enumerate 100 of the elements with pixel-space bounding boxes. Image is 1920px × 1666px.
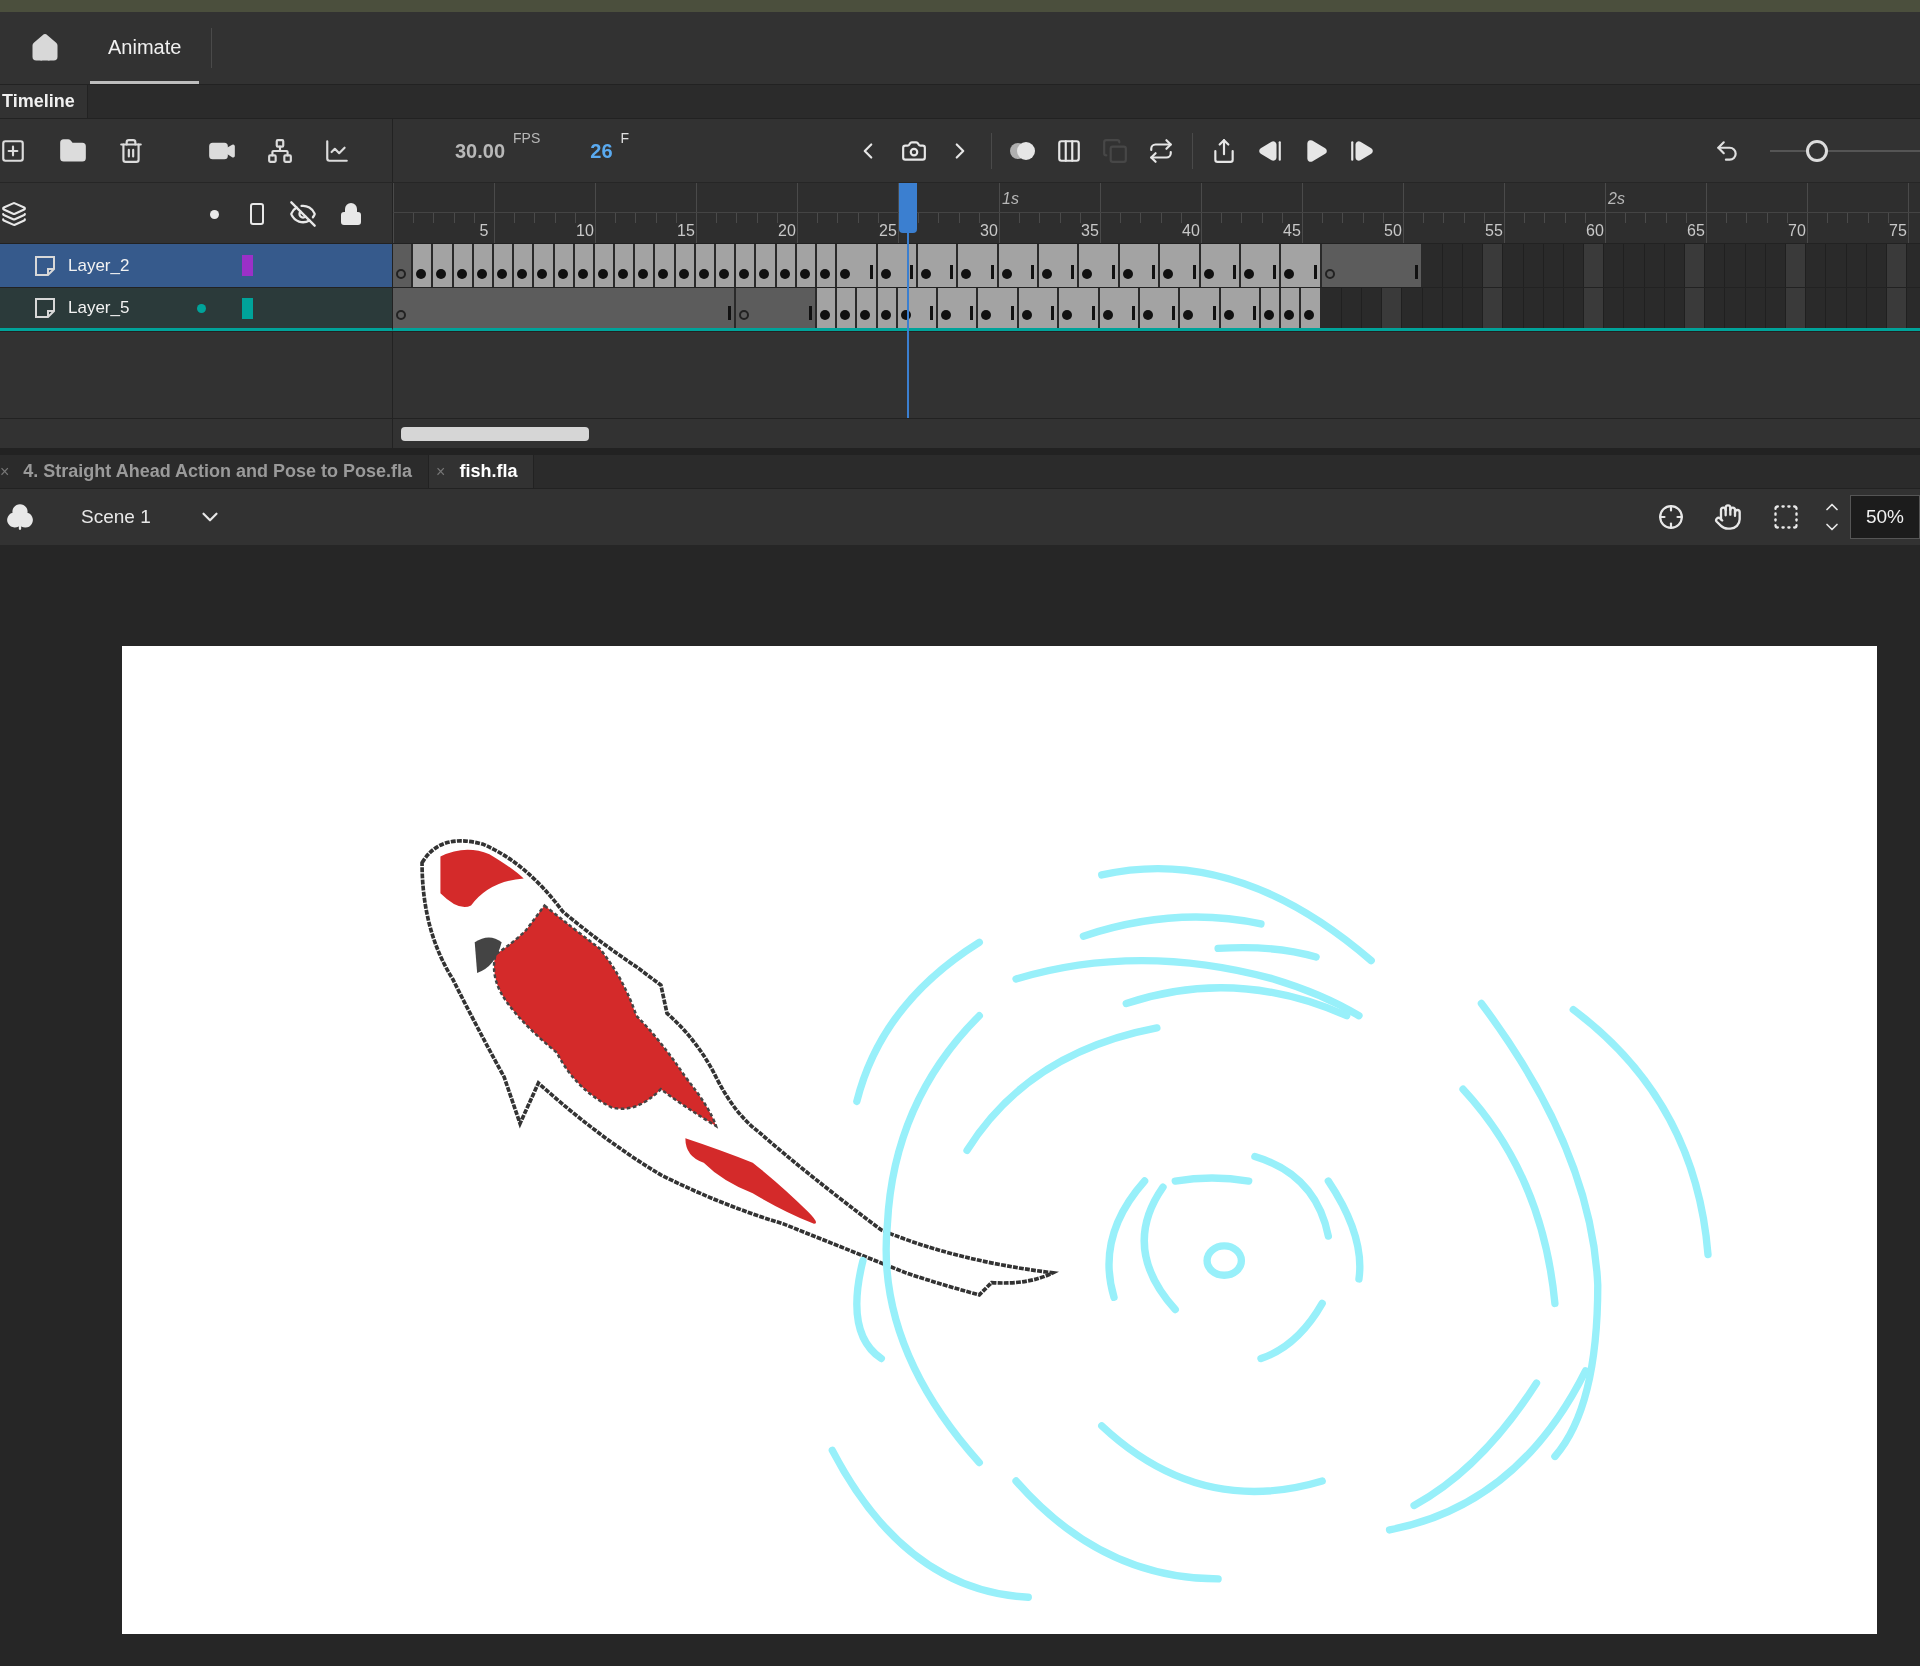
frame-cell[interactable]: [917, 288, 939, 328]
frame-cell[interactable]: [816, 288, 838, 328]
zoom-slider[interactable]: [1770, 138, 1920, 163]
frame-cell[interactable]: [958, 288, 979, 328]
panel-tab[interactable]: Timeline: [0, 85, 88, 118]
frame-cell[interactable]: [816, 244, 838, 287]
document-tab[interactable]: × fish.fla: [429, 455, 535, 488]
frame-cell[interactable]: [1099, 244, 1120, 287]
frame-cell[interactable]: [736, 244, 757, 287]
hand-icon[interactable]: [1714, 503, 1742, 531]
frame-cell[interactable]: [655, 244, 676, 287]
frame-cell[interactable]: [695, 244, 716, 287]
zoom-field[interactable]: 50%: [1850, 495, 1920, 539]
frame-cell[interactable]: [514, 244, 535, 287]
frame-cell[interactable]: [1160, 288, 1181, 328]
frame-cell[interactable]: [857, 288, 878, 328]
frame-cell[interactable]: [1099, 288, 1120, 328]
frame-cell[interactable]: [1180, 244, 1201, 287]
frame-cell[interactable]: [1240, 288, 1262, 328]
lock-icon[interactable]: [339, 202, 363, 226]
eye-off-icon[interactable]: [289, 200, 317, 228]
layer-row[interactable]: Layer_2: [0, 243, 1920, 287]
frame-cell[interactable]: [1139, 244, 1161, 287]
frame-cell[interactable]: [413, 244, 434, 287]
frame-cell[interactable]: [1059, 244, 1080, 287]
frame-cell[interactable]: [978, 288, 999, 328]
frame-cell[interactable]: [716, 288, 737, 328]
frame-cell[interactable]: [1119, 244, 1140, 287]
frame-cell[interactable]: [1240, 244, 1262, 287]
layer-color-swatch[interactable]: [242, 255, 253, 276]
scroll-thumb[interactable]: [401, 426, 589, 441]
frame-cell[interactable]: [1079, 288, 1100, 328]
playhead[interactable]: [899, 183, 918, 418]
frame-cell[interactable]: [473, 244, 494, 287]
frame-cell[interactable]: [1261, 288, 1282, 328]
club-icon[interactable]: [6, 503, 34, 531]
frame-cell[interactable]: [1200, 288, 1221, 328]
frame-cell[interactable]: [1018, 288, 1039, 328]
frame-cell[interactable]: [958, 244, 979, 287]
frame-cell[interactable]: [675, 244, 696, 287]
frame-cell[interactable]: [534, 244, 555, 287]
frame-cell[interactable]: [1039, 244, 1060, 287]
layer-color-swatch[interactable]: [242, 297, 253, 319]
frame-cell[interactable]: [1220, 288, 1241, 328]
slider-thumb[interactable]: [1805, 139, 1828, 162]
frame-cell[interactable]: [1119, 288, 1140, 328]
scene-name[interactable]: Scene 1: [81, 502, 151, 532]
frame-cell[interactable]: [877, 244, 898, 287]
frame-cell[interactable]: [837, 288, 858, 328]
frame-cell[interactable]: [1200, 244, 1221, 287]
delete-button[interactable]: [118, 137, 144, 164]
frame-ruler[interactable]: 1s 2s 5 10 15 20 25 30 35 40 45 50 55 60 65 70 75: [393, 183, 1920, 243]
frame-cell[interactable]: [615, 244, 636, 287]
frame-cell[interactable]: [998, 288, 1019, 328]
frame-cell[interactable]: [978, 244, 999, 287]
frame-cell[interactable]: [1301, 288, 1322, 328]
clip-frame-icon[interactable]: [1772, 503, 1800, 531]
frame-cell[interactable]: [453, 244, 474, 287]
frame-cell[interactable]: [1139, 288, 1161, 328]
frame-cell[interactable]: [574, 244, 595, 287]
frame-cell[interactable]: [837, 244, 858, 287]
frame-cell[interactable]: [635, 244, 656, 287]
frame-cell[interactable]: [716, 244, 737, 287]
frame-cell[interactable]: [594, 244, 616, 287]
frame-cell[interactable]: [776, 244, 797, 287]
layer-name[interactable]: Layer_2: [68, 252, 168, 279]
frame-cell[interactable]: [493, 244, 515, 287]
frame-cell[interactable]: [857, 244, 878, 287]
frame-cell[interactable]: [877, 288, 898, 328]
frame-cell[interactable]: [796, 288, 817, 328]
frame-cell[interactable]: [736, 288, 757, 328]
frame-cell[interactable]: [938, 244, 959, 287]
layer-name[interactable]: Layer_5: [68, 295, 168, 321]
frame-cell[interactable]: [998, 244, 1019, 287]
frame-cell[interactable]: [1180, 288, 1201, 328]
folder-button[interactable]: [59, 136, 87, 165]
frame-cell[interactable]: [1402, 244, 1423, 287]
fps-value[interactable]: 30.00: [455, 135, 506, 166]
frame-cell[interactable]: [1018, 244, 1039, 287]
frame-cell[interactable]: [1160, 244, 1181, 287]
frame-cell[interactable]: [554, 244, 575, 287]
frame-cell[interactable]: [917, 244, 939, 287]
crosshair-icon[interactable]: [1658, 504, 1684, 530]
frame-cell[interactable]: [1039, 288, 1060, 328]
frame-cell[interactable]: [1059, 288, 1080, 328]
frame-cell[interactable]: [1301, 244, 1322, 287]
frame-cell[interactable]: [756, 244, 777, 287]
hierarchy-button[interactable]: [267, 137, 293, 164]
layer-row[interactable]: Layer_5: [0, 287, 1920, 331]
frame-cell[interactable]: [1220, 244, 1241, 287]
current-frame-value[interactable]: 26: [590, 135, 613, 166]
frame-cell[interactable]: [938, 288, 959, 328]
graph-button[interactable]: [324, 137, 350, 164]
frame-cell[interactable]: [1281, 288, 1302, 328]
frame-cell[interactable]: [393, 244, 414, 287]
frame-cell[interactable]: [433, 244, 454, 287]
frame-cell[interactable]: [1079, 244, 1100, 287]
frame-cell[interactable]: [1321, 244, 1342, 287]
frame-cell[interactable]: [393, 288, 414, 328]
frame-cell[interactable]: [1261, 244, 1282, 287]
